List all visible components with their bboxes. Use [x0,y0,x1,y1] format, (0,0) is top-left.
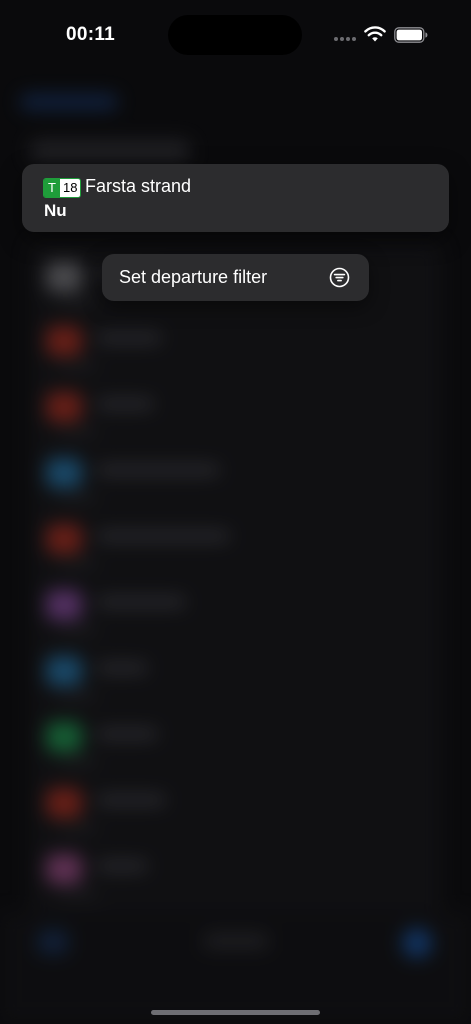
context-menu: Set departure filter [102,254,369,301]
line-number-label: 18 [60,179,81,197]
departure-preview-card[interactable]: T 18 Farsta strand Nu [22,164,449,232]
cellular-signal-icon [334,37,356,41]
line-mode-label: T [44,179,60,197]
wifi-icon [364,26,386,42]
battery-icon [394,27,428,43]
departure-time-label: Nu [44,201,67,220]
home-indicator[interactable] [151,1010,320,1015]
destination-label: Farsta strand [85,176,192,196]
dynamic-island [168,15,302,55]
filter-icon [329,267,350,288]
dim-overlay[interactable] [0,0,471,1024]
menu-item-label: Set departure filter [119,267,268,287]
screen: 00:11 T 18 Farsta strand Nu Set departur… [0,0,471,1024]
status-time: 00:11 [66,24,116,45]
line-badge: T 18 [43,178,82,198]
menu-item-set-departure-filter[interactable]: Set departure filter [102,254,369,301]
